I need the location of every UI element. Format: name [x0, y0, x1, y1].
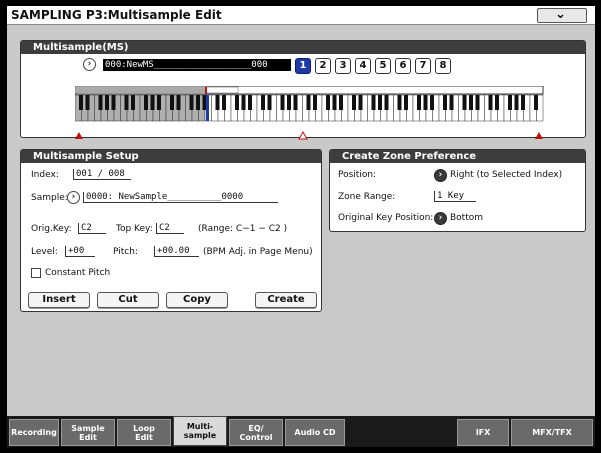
ms-index-button-5[interactable]: 5	[375, 58, 391, 74]
keyboard-zone-map[interactable]	[75, 86, 545, 141]
orig-key-pos-value[interactable]: Bottom	[450, 213, 483, 223]
zone-range-field[interactable]: 1 Key	[434, 191, 476, 202]
position-arrow-icon[interactable]: ›	[434, 169, 447, 182]
setup-header: Multisample Setup	[21, 150, 321, 163]
zone-end-marker-icon	[535, 132, 543, 139]
ms-index-button-7[interactable]: 7	[415, 58, 431, 74]
create-button[interactable]: Create	[255, 292, 317, 308]
sample-value[interactable]: 0000: NewSample__________0000	[83, 192, 278, 203]
screen: SAMPLING P3:Multisample Edit ⌄ Multisamp…	[7, 6, 595, 447]
range-text: (Range: C−1 − C2 )	[198, 224, 288, 234]
multisample-name-field[interactable]: 000:NewMS__________________000	[103, 59, 291, 71]
chevron-down-icon: ⌄	[555, 7, 566, 22]
position-value[interactable]: Right (to Selected Index)	[450, 170, 562, 180]
zone-start-marker-icon	[75, 132, 83, 139]
multisample-setup-panel: Multisample Setup Index: 001 / 008 Sampl…	[20, 149, 322, 312]
level-label: Level:	[31, 247, 58, 257]
tab-loop-edit[interactable]: Loop Edit	[117, 419, 171, 446]
sample-label: Sample:	[31, 193, 68, 203]
multisample-header: Multisample(MS)	[21, 41, 585, 54]
orig-key-pos-label: Original Key Position:	[338, 213, 434, 223]
tab-sample-edit[interactable]: Sample Edit	[61, 419, 115, 446]
tab-mfx-tfx[interactable]: MFX/TFX	[511, 419, 593, 446]
ms-select-arrow-icon[interactable]: ›	[83, 58, 96, 71]
topkey-label: Top Key:	[116, 224, 153, 234]
index-label: Index:	[31, 170, 59, 180]
insert-button[interactable]: Insert	[28, 292, 90, 308]
origkey-field[interactable]: C2	[78, 223, 106, 234]
tab-recording[interactable]: Recording	[9, 419, 59, 446]
page-title: SAMPLING P3:Multisample Edit	[11, 8, 222, 22]
pitch-field[interactable]: +00.00	[154, 246, 199, 257]
ms-index-button-4[interactable]: 4	[355, 58, 371, 74]
ms-index-button-3[interactable]: 3	[335, 58, 351, 74]
cut-button[interactable]: Cut	[97, 292, 159, 308]
origkey-label: Orig.Key:	[31, 224, 72, 234]
multisample-panel: Multisample(MS) › 000:NewMS_____________…	[20, 40, 586, 141]
level-field[interactable]: +00	[65, 246, 95, 257]
page-tab-bar: Recording Sample Edit Loop Edit Multi- samp…	[7, 416, 595, 447]
index-value[interactable]: 001 / 008	[73, 169, 131, 180]
sample-select-arrow-icon[interactable]: ›	[67, 191, 80, 204]
pitch-note: (BPM Adj. in Page Menu)	[203, 247, 313, 257]
ms-index-button-1[interactable]: 1	[295, 58, 311, 74]
orig-key-pos-arrow-icon[interactable]: ›	[434, 212, 447, 225]
tab-audio-cd[interactable]: Audio CD	[285, 419, 345, 446]
tab-eq-control[interactable]: EQ/ Control	[229, 419, 283, 446]
zone-preference-panel: Create Zone Preference Position: › Right…	[329, 149, 586, 232]
pitch-label: Pitch:	[113, 247, 138, 257]
zone-pref-header: Create Zone Preference	[330, 150, 585, 163]
copy-button[interactable]: Copy	[166, 292, 228, 308]
position-label: Position:	[338, 170, 377, 180]
ms-index-button-6[interactable]: 6	[395, 58, 411, 74]
constant-pitch-checkbox[interactable]	[31, 268, 41, 278]
constant-pitch-label: Constant Pitch	[45, 268, 111, 278]
ms-index-button-2[interactable]: 2	[315, 58, 331, 74]
ms-index-button-8[interactable]: 8	[435, 58, 451, 74]
topkey-field[interactable]: C2	[156, 223, 184, 234]
tab-multi-sample[interactable]: Multi- sample	[173, 416, 227, 446]
orig-key-marker-icon	[298, 130, 308, 140]
page-menu-button[interactable]: ⌄	[537, 7, 587, 23]
title-bar: SAMPLING P3:Multisample Edit ⌄	[7, 6, 595, 25]
tab-ifx[interactable]: IFX	[457, 419, 509, 446]
zone-range-label: Zone Range:	[338, 192, 396, 202]
